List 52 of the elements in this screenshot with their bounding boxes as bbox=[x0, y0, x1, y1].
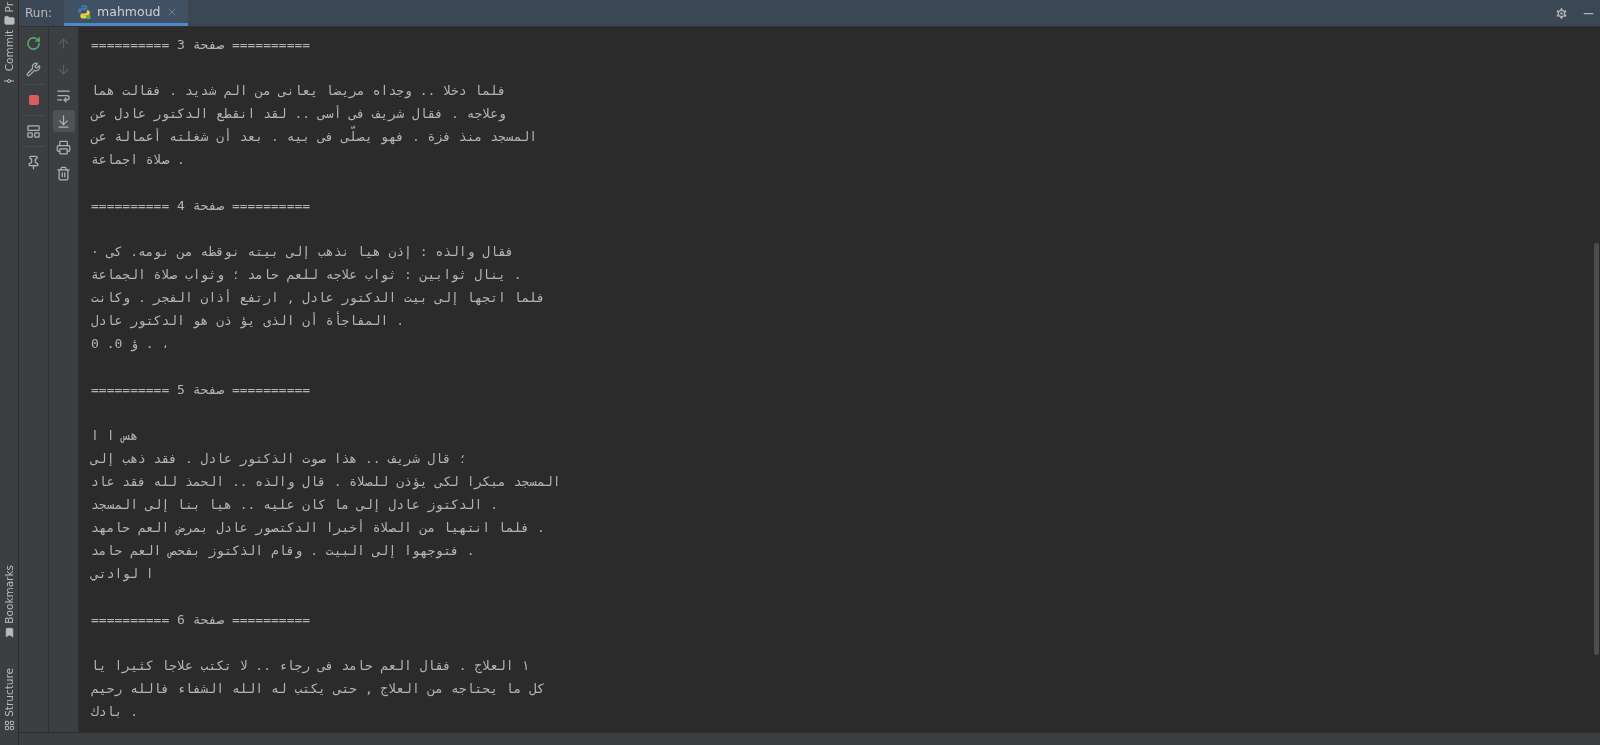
console-line: · فقال والذه : إذن هيا نذهب إلى بيته نوقظه من نومه. كى bbox=[91, 243, 514, 262]
console-line: المفاجأة أن الذى يؤ ذن هو الدكتور عادل . bbox=[91, 310, 405, 331]
tool-window-label: Bookmarks bbox=[3, 565, 15, 625]
console-line: هس ا ا bbox=[91, 427, 138, 445]
console-line: المسجد مبكرا لكى يؤذن للصلاة . قال والذه .. الحمذ لله فقد عاد bbox=[91, 473, 561, 492]
console-line: المسجد منذ فزة . فهو يصلّى فى بيه . بعد أن شغلته أعمالة عن bbox=[91, 125, 538, 148]
trash-icon bbox=[56, 165, 71, 181]
console-line: ========== صفحة 6 ========== bbox=[91, 611, 311, 629]
scroll-to-end-icon bbox=[56, 113, 71, 129]
console-line: ========== صفحة 5 ========== bbox=[91, 381, 311, 399]
scrollbar[interactable] bbox=[1594, 243, 1599, 655]
structure-icon bbox=[3, 720, 15, 731]
tool-window-button[interactable]: Commit bbox=[3, 30, 15, 87]
tool-window-button[interactable]: Bookmarks bbox=[3, 565, 15, 639]
console-line: صلاة اجماعة . bbox=[91, 151, 185, 169]
console-line: ؛ قال شريف .. هذا صوت الذكتور عادل . فقد ذهب إلى bbox=[91, 450, 467, 469]
folder-icon bbox=[3, 15, 15, 27]
tool-window-button[interactable]: Structure bbox=[3, 668, 15, 731]
console-line: ========== صفحة 4 ========== bbox=[91, 197, 311, 215]
wrench-icon bbox=[26, 61, 41, 77]
printer-icon bbox=[56, 139, 71, 155]
console-line: ا لوادتي bbox=[91, 565, 154, 584]
stop-icon bbox=[27, 94, 40, 106]
python-icon bbox=[76, 3, 93, 20]
bookmark-icon bbox=[3, 627, 15, 639]
rerun-icon bbox=[26, 35, 41, 51]
run-label: Run: bbox=[24, 6, 54, 20]
run-tab[interactable]: mahmoud bbox=[64, 0, 188, 26]
console-line: ١ العلاج . فقال العم حامد فى رجاء .. لا تكتب علاجا كثيرا يا bbox=[91, 657, 530, 676]
console-line: ينال ثوابين : ثواب علاجه للعم حامد ؛ وثواب صلاة الجماعة . bbox=[91, 266, 522, 285]
console-line: فلما انتهيا من الصلاة أخبرا الدكتصور عادل بمرض العم حامهد . bbox=[91, 518, 545, 538]
tool-window-label: Commit bbox=[3, 30, 15, 72]
console-line: كل ما يحتاجه من العلاج , حتى يكتب له الله الشفاء فالله رحيم bbox=[91, 680, 545, 699]
tool-window-label: Structure bbox=[3, 668, 15, 717]
console-line: وعلاجه . فقال شريف فى أسى .. لقد انقطع الدكتور عادل عن bbox=[91, 104, 506, 124]
console-line: الدكتوز عادل إلى ما كان عليه .. هيا بنا إلى المسجد . bbox=[91, 496, 498, 515]
tab-label: mahmoud bbox=[97, 4, 161, 19]
console-line: فلما دخلا .. وجداه مريضا يعانى من الم شديد . فقالت هما bbox=[91, 82, 506, 101]
console-line: ========== صفحة 3 ========== bbox=[91, 36, 311, 54]
arrow-down-icon bbox=[56, 61, 71, 77]
soft-wrap-icon bbox=[56, 87, 71, 103]
layout-icon bbox=[26, 123, 41, 139]
toolbar-button[interactable] bbox=[52, 110, 75, 132]
tool-window-label: Pr bbox=[3, 2, 15, 13]
pin-icon bbox=[26, 154, 41, 170]
console-line: فلما اتجها إلى بيت الدكتور عادل , ارتفع أذان الفجر . وكانت bbox=[91, 288, 545, 308]
console-line: بادك . bbox=[91, 703, 138, 721]
console-line: ؤ 0. 0 . ، bbox=[91, 335, 170, 354]
tool-window-button[interactable]: Pr bbox=[3, 2, 15, 27]
settings-icon[interactable] bbox=[1554, 5, 1569, 21]
console-line: فتوجهوا إلى البيت . وقام الذكتوز بفحص العم حامد . bbox=[91, 542, 475, 561]
arrow-up-icon bbox=[56, 35, 71, 51]
